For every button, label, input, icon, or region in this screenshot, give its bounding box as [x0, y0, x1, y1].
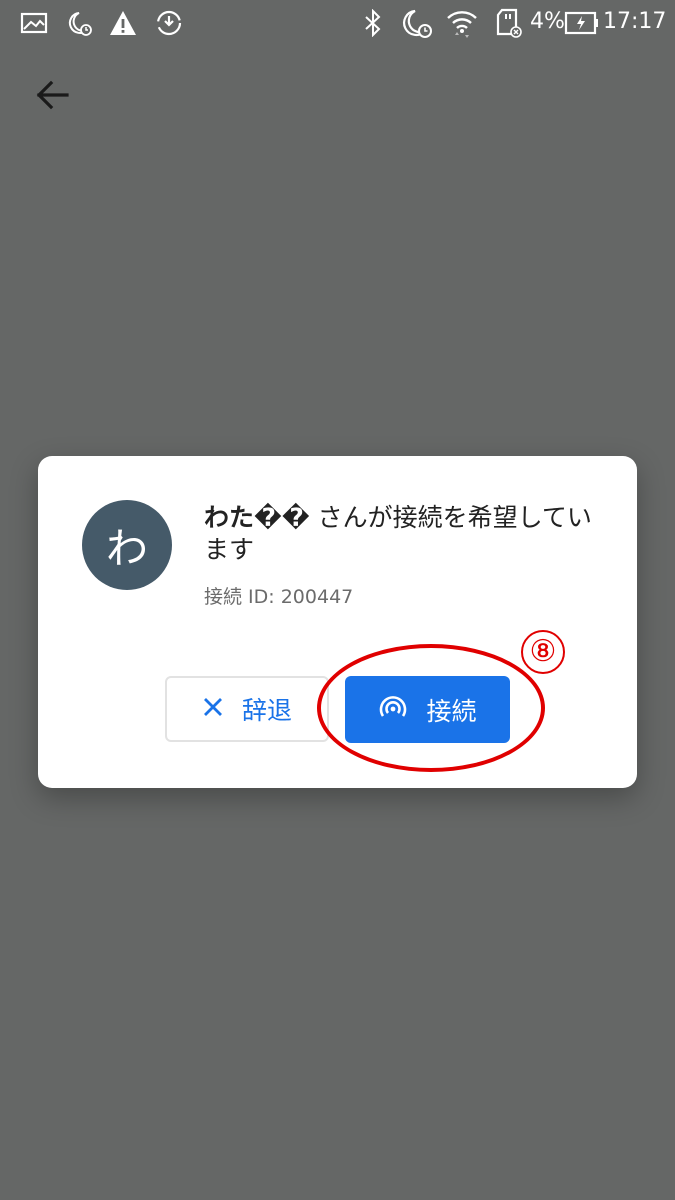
sd-card-icon	[494, 8, 524, 42]
warning-icon	[108, 9, 138, 41]
annotation-highlight-ellipse	[317, 644, 545, 772]
annotation-step-number: ⑧	[521, 630, 565, 674]
wifi-icon	[446, 8, 478, 42]
image-icon	[20, 12, 48, 38]
do-not-disturb-alarm-icon	[66, 10, 94, 42]
sync-icon	[154, 8, 184, 42]
close-icon	[202, 695, 224, 724]
decline-button[interactable]: 辞退	[165, 676, 329, 742]
avatar: わ	[82, 500, 172, 590]
decline-label: 辞退	[241, 696, 292, 725]
request-message: わた�� さんが接続を希望しています	[204, 502, 604, 566]
battery-percentage: 4%	[530, 9, 565, 34]
requester-name: わた��	[204, 503, 310, 532]
clock: 17:17	[603, 9, 667, 34]
connection-id: 接続 ID: 200447	[204, 586, 354, 608]
back-arrow-icon	[35, 80, 69, 114]
status-bar: 4% 17:17	[0, 0, 675, 48]
back-button[interactable]	[26, 74, 78, 120]
do-not-disturb-alarm-icon	[400, 8, 434, 44]
battery-charging-icon	[564, 11, 600, 39]
bluetooth-icon	[362, 8, 384, 41]
